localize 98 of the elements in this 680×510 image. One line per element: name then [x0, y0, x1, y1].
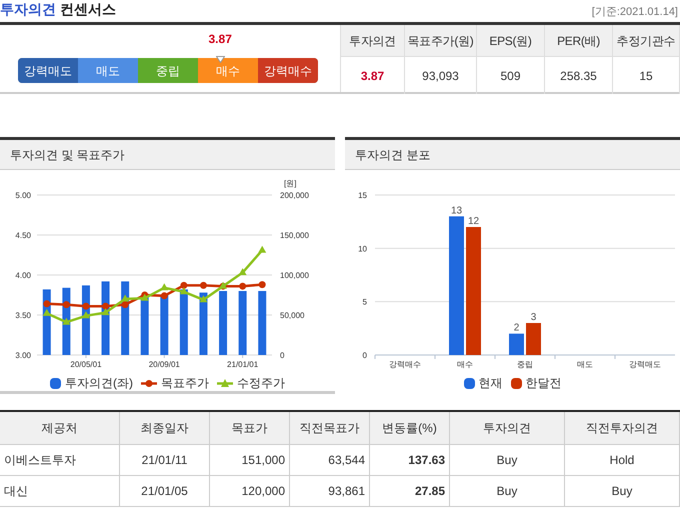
axis-label: 중립 [517, 360, 533, 369]
axis-label: 200,000 [280, 191, 309, 200]
section-title-accent: 투자의견 [0, 0, 56, 19]
axis-label: 4.50 [15, 231, 31, 240]
table-cell: 120,000 [210, 476, 290, 507]
bar [258, 291, 266, 355]
column-header: 추정기관수 [613, 25, 680, 57]
table-cell: 대신 [0, 476, 120, 507]
table-cell: 93,093 [405, 57, 477, 94]
axis-label: 5.00 [15, 191, 31, 200]
legend-swatch [510, 378, 522, 388]
column-header: 직전투자의견 [565, 412, 680, 445]
table-cell: 이베스트투자 [0, 445, 120, 476]
bar [219, 291, 228, 355]
opinion-segment: 강력매수 [258, 58, 318, 83]
date-label: [기준:2021.01.14] [592, 4, 679, 20]
legend-swatch [464, 378, 474, 388]
legend-label: 투자의견(좌) [65, 375, 133, 392]
table-cell: 258.35 [545, 57, 613, 94]
axis-label: 10 [358, 244, 367, 254]
table-cell: Buy [450, 445, 565, 476]
table-cell: 3.87 [341, 57, 405, 94]
axis-label: 0 [362, 351, 367, 360]
legend-label: 목표주가 [161, 375, 209, 392]
point [62, 301, 70, 308]
column-header: 최종일자 [120, 412, 210, 445]
table-cell: Buy [565, 476, 680, 507]
axis-label: 3.50 [15, 311, 31, 320]
data-label: 2 [514, 322, 520, 334]
point [160, 283, 168, 290]
table-cell: 93,861 [290, 476, 370, 507]
point [160, 292, 168, 300]
table-cell: 21/01/11 [120, 445, 210, 476]
legend-line-triangle-icon [217, 378, 233, 388]
legend-label: 수정주가 [237, 375, 285, 392]
table-cell: 137.63 [370, 445, 450, 476]
column-header: 제공처 [0, 412, 120, 445]
axis-label: 강력매도 [629, 360, 661, 369]
bar [160, 295, 168, 355]
bar [509, 334, 524, 355]
bar [238, 291, 247, 355]
opinion-segment: 매수 [198, 58, 258, 83]
legend-label: 현재 [478, 375, 502, 392]
table-cell: 21/01/05 [120, 476, 210, 507]
point [200, 282, 207, 289]
axis-label: 매도 [577, 360, 593, 369]
axis-label: 0 [280, 351, 284, 360]
point [239, 282, 246, 290]
bar [180, 289, 188, 355]
table-cell: 27.85 [370, 476, 450, 507]
point [258, 246, 266, 253]
axis-label: 4.00 [15, 271, 31, 280]
column-header: 목표주가(원) [405, 25, 477, 57]
data-label: 13 [450, 205, 462, 216]
table-cell: Hold [565, 445, 680, 476]
section-title: 컨센서스 [60, 0, 116, 19]
column-header: EPS(원) [477, 25, 545, 57]
score-value: 3.87 [208, 33, 232, 46]
point [258, 281, 266, 288]
legend-line-dot-icon [141, 378, 157, 388]
axis-label: 매수 [457, 360, 473, 369]
table-cell: 509 [477, 57, 545, 94]
axis-label: 3.00 [15, 351, 31, 360]
data-label: 12 [468, 216, 480, 227]
axis-label: 15 [358, 191, 367, 200]
bar [140, 295, 149, 355]
opinion-segment: 강력매도 [18, 58, 78, 83]
column-header: 투자의견 [341, 25, 405, 57]
axis-unit: [원] [284, 179, 296, 188]
column-header: 직전목표가 [290, 412, 370, 445]
column-header: 투자의견 [450, 412, 565, 445]
axis-label: 20/05/01 [70, 360, 102, 369]
opinion-segment: 중립 [138, 58, 198, 83]
axis-label: 100,000 [280, 271, 309, 280]
legend-swatch [50, 378, 61, 388]
legend-label: 한달전 [526, 375, 562, 392]
axis-label: 50,000 [280, 311, 304, 320]
table-cell: 15 [613, 57, 680, 94]
axis-label: 150,000 [280, 231, 309, 240]
panel-header: 투자의견 분포 [345, 140, 680, 170]
axis-label: 21/01/01 [227, 360, 258, 369]
axis-label: 강력매수 [389, 360, 421, 369]
column-header: 목표가 [210, 412, 290, 445]
column-header: 변동률(%) [370, 412, 450, 445]
panel-header: 투자의견 및 목표주가 [0, 140, 335, 170]
opinion-segment: 매도 [78, 58, 138, 83]
bar [526, 323, 541, 355]
bar [199, 292, 208, 355]
point [238, 268, 247, 276]
axis-label: 5 [362, 298, 367, 307]
axis-label: 20/09/01 [148, 360, 180, 369]
column-header: PER(배) [545, 25, 613, 57]
table-cell: 63,544 [290, 445, 370, 476]
point [62, 318, 70, 325]
table-cell: 151,000 [210, 445, 290, 476]
table-cell: Buy [450, 476, 565, 507]
data-label: 3 [530, 312, 536, 323]
point [199, 295, 208, 302]
